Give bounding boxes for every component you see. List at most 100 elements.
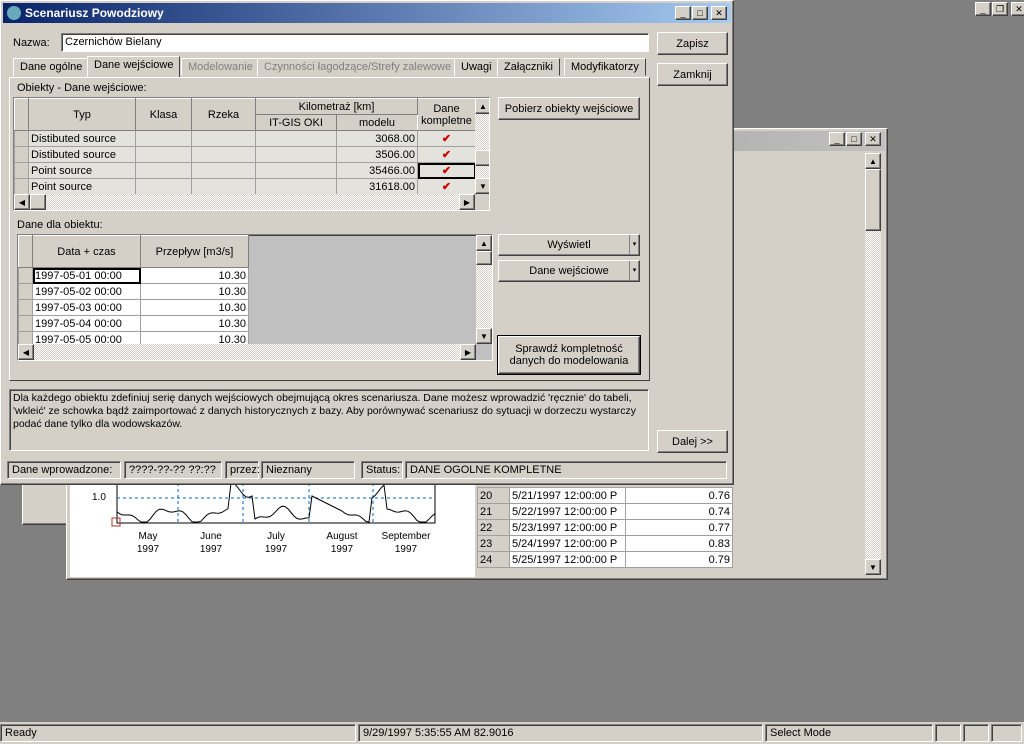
scroll-up-button[interactable]: ▲	[476, 235, 492, 251]
cell-modelu[interactable]: 35466.00	[335, 162, 419, 179]
col-flow[interactable]: Przepływ [m3/s]	[140, 235, 249, 268]
row-header[interactable]	[14, 162, 29, 179]
col-klasa[interactable]: Klasa	[135, 98, 192, 131]
scroll-down-button[interactable]: ▼	[476, 328, 492, 344]
cell-value[interactable]: 0.76	[625, 487, 733, 504]
fetch-objects-button[interactable]: Pobierz obiekty wejściowe	[498, 97, 640, 120]
app-minimize-button[interactable]: _	[975, 2, 991, 16]
tab-notes[interactable]: Uwagi	[454, 58, 499, 76]
cell-rzeka[interactable]	[191, 178, 256, 195]
vertical-scrollbar[interactable]: ▲ ▼	[865, 153, 881, 575]
cell-flow[interactable]: 10.30	[140, 299, 249, 316]
dropdown-arrow-icon[interactable]: ▾	[629, 261, 639, 281]
table-row[interactable]: 21 5/22/1997 12:00:00 P 0.74	[477, 503, 733, 520]
scroll-left-button[interactable]: ◀	[14, 194, 30, 210]
cell-value[interactable]: 0.74	[625, 503, 733, 520]
complete-checkbox[interactable]: ✔	[417, 130, 477, 147]
cell-typ[interactable]: Point source	[28, 178, 136, 195]
object-row[interactable]: Distibuted source 3068.00 ✔	[14, 130, 477, 147]
object-row[interactable]: Point source 35466.00 ✔	[14, 162, 477, 179]
cell-flow[interactable]: 10.30	[140, 283, 249, 300]
tab-attachments[interactable]: Załączniki	[497, 58, 560, 76]
close-button[interactable]: ✕	[865, 132, 881, 146]
cell-klasa[interactable]	[135, 146, 192, 163]
cell-date[interactable]: 5/24/1997 12:00:00 P	[509, 535, 626, 552]
input-data-button[interactable]: Dane wejściowe ▾	[498, 260, 640, 282]
cell-rzeka[interactable]	[191, 162, 256, 179]
cell-date[interactable]: 1997-05-02 00:00	[32, 283, 141, 300]
cell-date[interactable]: 5/25/1997 12:00:00 P	[509, 551, 626, 568]
row-header[interactable]	[18, 299, 33, 316]
tab-mitigation[interactable]: Czynności łagodzące/Strefy zalewowe	[257, 58, 459, 76]
cell-value[interactable]: 0.77	[625, 519, 733, 536]
row-header[interactable]	[14, 146, 29, 163]
objects-vscroll[interactable]: ▲ ▼	[475, 98, 489, 194]
scroll-left-button[interactable]: ◀	[18, 344, 34, 360]
cell-date[interactable]: 1997-05-03 00:00	[32, 299, 141, 316]
cell-date[interactable]: 1997-05-01 00:00	[32, 267, 141, 284]
cell-itgis[interactable]	[255, 130, 337, 147]
name-input[interactable]: Czernichów Bielany	[61, 33, 649, 52]
row-header[interactable]	[14, 178, 29, 195]
cell-value[interactable]: 0.79	[625, 551, 733, 568]
cell-rzeka[interactable]	[191, 146, 256, 163]
cell-rzeka[interactable]	[191, 130, 256, 147]
scroll-thumb[interactable]	[476, 251, 492, 265]
cell-klasa[interactable]	[135, 130, 192, 147]
check-completeness-button[interactable]: Sprawdź kompletność danych do modelowani…	[497, 335, 641, 375]
cell-modelu[interactable]: 3068.00	[335, 130, 419, 147]
tab-input-data[interactable]: Dane wejściowe	[87, 56, 181, 77]
table-row[interactable]: 20 5/21/1997 12:00:00 P 0.76	[477, 487, 733, 504]
cell-flow[interactable]: 10.30	[140, 315, 249, 332]
cell-typ[interactable]: Distibuted source	[28, 146, 136, 163]
save-button[interactable]: Zapisz	[657, 32, 728, 55]
tab-modifiers[interactable]: Modyfikatorzy	[564, 58, 646, 76]
cell-typ[interactable]: Distibuted source	[28, 130, 136, 147]
cell-typ[interactable]: Point source	[28, 162, 136, 179]
scroll-right-button[interactable]: ▶	[460, 344, 476, 360]
data-row[interactable]: 1997-05-04 00:00 10.30	[18, 315, 249, 332]
object-row[interactable]: Point source 31618.00 ✔	[14, 178, 477, 195]
cell-itgis[interactable]	[255, 178, 337, 195]
col-modelu[interactable]: modelu	[335, 114, 419, 131]
objects-hscroll[interactable]: ◀ ▶	[14, 194, 475, 210]
table-row[interactable]: 24 5/25/1997 12:00:00 P 0.79	[477, 551, 733, 568]
cell-modelu[interactable]: 3506.00	[335, 146, 419, 163]
maximize-button[interactable]: □	[846, 132, 862, 146]
minimize-button[interactable]: _	[675, 6, 691, 20]
data-row[interactable]: 1997-05-02 00:00 10.30	[18, 283, 249, 300]
row-header[interactable]	[18, 283, 33, 300]
minimize-button[interactable]: _	[829, 132, 845, 146]
cell-date[interactable]: 1997-05-04 00:00	[32, 315, 141, 332]
cell-date[interactable]: 5/22/1997 12:00:00 P	[509, 503, 626, 520]
tab-general[interactable]: Dane ogólne	[13, 58, 90, 76]
cell-flow[interactable]: 10.30	[140, 267, 249, 284]
row-header[interactable]	[14, 130, 29, 147]
col-rzeka[interactable]: Rzeka	[191, 98, 256, 131]
scroll-thumb[interactable]	[865, 169, 881, 231]
scroll-down-button[interactable]: ▼	[475, 178, 489, 194]
cell-klasa[interactable]	[135, 162, 192, 179]
scroll-up-button[interactable]: ▲	[865, 153, 881, 169]
cell-itgis[interactable]	[255, 162, 337, 179]
complete-checkbox[interactable]: ✔	[417, 146, 477, 163]
close-button[interactable]: ✕	[711, 6, 727, 20]
col-itgis[interactable]: IT-GIS OKI	[255, 114, 337, 131]
complete-checkbox[interactable]: ✔	[417, 178, 477, 195]
scroll-down-button[interactable]: ▼	[865, 559, 881, 575]
data-row[interactable]: 1997-05-03 00:00 10.30	[18, 299, 249, 316]
app-close-button[interactable]: ✕	[1011, 2, 1024, 16]
col-complete[interactable]: Dane kompletne	[417, 98, 477, 131]
close-dialog-button[interactable]: Zamknij	[657, 63, 728, 86]
cell-modelu[interactable]: 31618.00	[335, 178, 419, 195]
table-row[interactable]: 22 5/23/1997 12:00:00 P 0.77	[477, 519, 733, 536]
maximize-button[interactable]: □	[692, 6, 708, 20]
scroll-thumb[interactable]	[475, 150, 489, 166]
cell-value[interactable]: 0.83	[625, 535, 733, 552]
data-hscroll[interactable]: ◀ ▶	[18, 344, 476, 360]
cell-date[interactable]: 5/23/1997 12:00:00 P	[509, 519, 626, 536]
col-date[interactable]: Data + czas	[32, 235, 141, 268]
scroll-right-button[interactable]: ▶	[459, 194, 475, 210]
cell-date[interactable]: 5/21/1997 12:00:00 P	[509, 487, 626, 504]
data-vscroll[interactable]: ▲ ▼	[476, 235, 492, 344]
